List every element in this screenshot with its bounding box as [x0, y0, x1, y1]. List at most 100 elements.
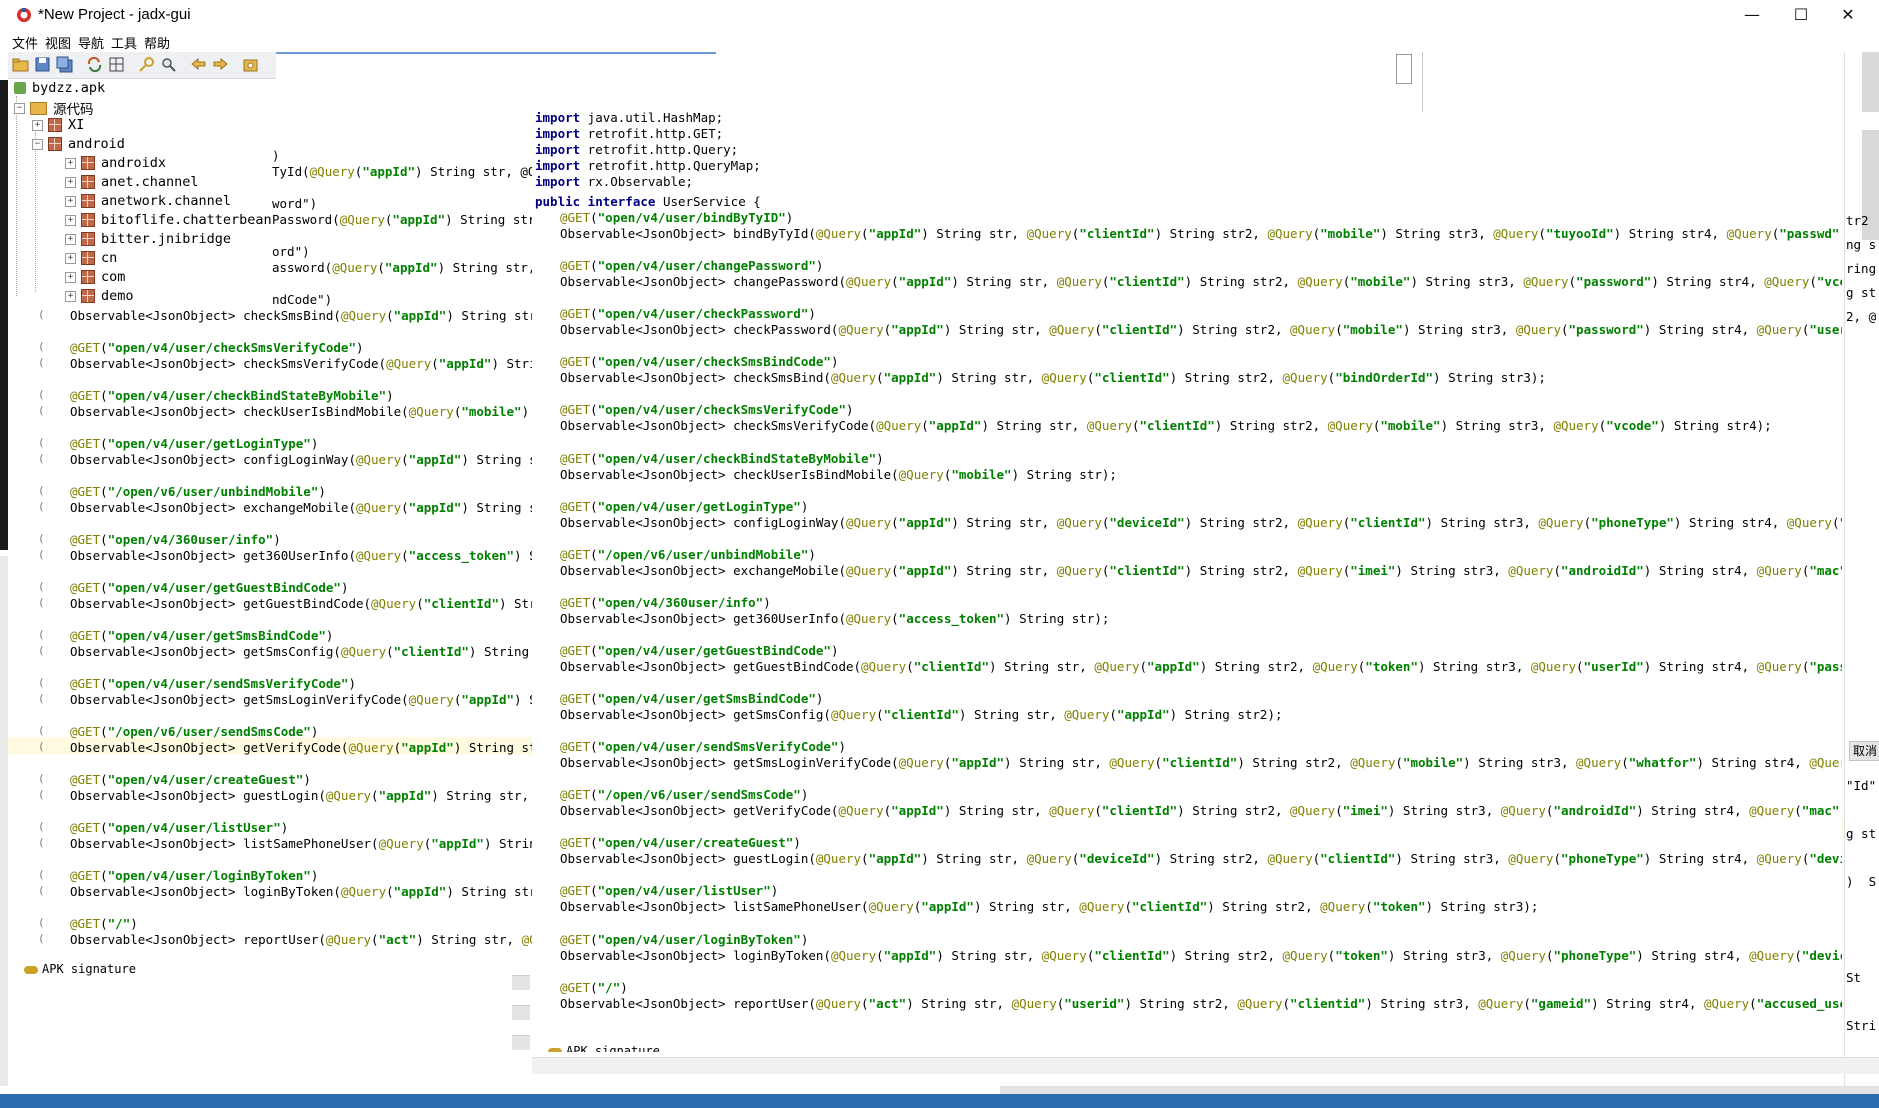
- fold-marker[interactable]: (: [38, 436, 45, 449]
- fold-marker[interactable]: (: [38, 788, 45, 801]
- tree-root-apk[interactable]: bydzz.apk: [14, 80, 105, 96]
- left-dark-strip: [0, 80, 8, 550]
- tree-package-node[interactable]: + demo: [65, 288, 134, 304]
- cancel-button[interactable]: 取消: [1849, 741, 1879, 761]
- left-fragment: ndCode"): [272, 292, 333, 307]
- fold-marker[interactable]: (: [38, 356, 45, 369]
- package-label: com: [101, 269, 126, 285]
- method-signature: Observable<JsonObject> checkPassword(@Qu…: [560, 322, 1842, 338]
- left-code-line: @GET("open/v4/user/checkBindStateByMobil…: [70, 388, 394, 403]
- menu-tools[interactable]: 工具: [111, 33, 137, 52]
- fold-marker[interactable]: (: [38, 868, 45, 881]
- package-icon: [81, 289, 95, 303]
- preferences-icon[interactable]: [242, 56, 259, 73]
- fold-marker[interactable]: (: [38, 916, 45, 929]
- tree-package-node[interactable]: + anetwork.channel: [65, 193, 231, 209]
- back-icon[interactable]: [190, 56, 207, 73]
- search-icon[interactable]: [138, 56, 155, 73]
- find-icon[interactable]: [160, 56, 177, 73]
- tree-package-node[interactable]: + bitoflife.chatterbean: [65, 212, 272, 228]
- package-icon: [81, 175, 95, 189]
- fold-marker[interactable]: (: [38, 580, 45, 593]
- tree-package-node[interactable]: + cn: [65, 250, 117, 266]
- package-label: XI: [68, 117, 85, 133]
- right-fragment: 2, @: [1846, 309, 1877, 324]
- fold-marker[interactable]: (: [38, 404, 45, 417]
- save-icon[interactable]: [34, 56, 51, 73]
- fold-marker[interactable]: (: [38, 532, 45, 545]
- fold-marker[interactable]: (: [38, 644, 45, 657]
- tree-package-node[interactable]: + XI: [32, 117, 84, 133]
- left-code-line: Observable<JsonObject> exchangeMobile(@Q…: [70, 500, 560, 515]
- expand-icon: +: [65, 157, 76, 169]
- fold-marker[interactable]: (: [38, 452, 45, 465]
- left-code-line: Observable<JsonObject> getSmsConfig(@Que…: [70, 644, 567, 659]
- method-annotation: @GET("open/v4/user/createGuest"): [560, 835, 801, 851]
- apk-signature-node[interactable]: APK signature: [24, 962, 136, 976]
- method-annotation: @GET("open/v4/user/listUser"): [560, 883, 779, 899]
- left-code-line: Observable<JsonObject> checkSmsBind(@Que…: [70, 308, 567, 323]
- right-fragment: ) S: [1846, 874, 1877, 889]
- tree-package-node[interactable]: + androidx: [65, 155, 166, 171]
- fold-marker[interactable]: (: [38, 932, 45, 945]
- menu-view[interactable]: 视图: [45, 33, 71, 52]
- save-all-icon[interactable]: [56, 56, 73, 73]
- left-code-line: Observable<JsonObject> getGuestBindCode(…: [70, 596, 560, 611]
- interface-declaration: public interface UserService {: [535, 194, 761, 209]
- fold-marker[interactable]: (: [38, 676, 45, 689]
- fold-marker[interactable]: (: [38, 820, 45, 833]
- fold-marker[interactable]: (: [38, 836, 45, 849]
- scrollbar-thumb[interactable]: [1862, 52, 1879, 112]
- left-code-line: @GET("/open/v6/user/unbindMobile"): [70, 484, 326, 499]
- method-annotation: @GET("open/v4/user/getLoginType"): [560, 498, 809, 514]
- method-signature: Observable<JsonObject> configLoginWay(@Q…: [560, 514, 1842, 530]
- method-signature: Observable<JsonObject> exchangeMobile(@Q…: [560, 562, 1842, 578]
- fold-marker[interactable]: (: [38, 548, 45, 561]
- package-icon: [81, 194, 95, 208]
- tree-source-node[interactable]: − 源代码: [14, 98, 94, 118]
- project-tree: bydzz.apk − 源代码 + XI − android + androidx + a…: [8, 80, 272, 310]
- method-signature: Observable<JsonObject> guestLogin(@Query…: [560, 851, 1842, 867]
- method-annotation: @GET("open/v4/user/checkSmsVerifyCode"): [560, 402, 854, 418]
- package-icon: [81, 213, 95, 227]
- package-icon: [81, 156, 95, 170]
- flat-packages-icon[interactable]: [108, 56, 125, 73]
- sync-icon[interactable]: [86, 56, 103, 73]
- search-box-edge[interactable]: [1396, 54, 1412, 84]
- fold-marker[interactable]: (: [38, 740, 45, 753]
- fold-marker[interactable]: (: [38, 388, 45, 401]
- method-signature: Observable<JsonObject> reportUser(@Query…: [560, 995, 1842, 1011]
- close-button[interactable]: ✕: [1826, 0, 1870, 30]
- menu-help[interactable]: 帮助: [144, 33, 170, 52]
- active-tab-indicator: [276, 52, 716, 54]
- tree-package-node[interactable]: + anet.channel: [65, 174, 199, 190]
- fold-marker[interactable]: (: [38, 628, 45, 641]
- fold-marker[interactable]: (: [38, 724, 45, 737]
- right-fragment: g st: [1846, 285, 1877, 300]
- fold-marker[interactable]: (: [38, 484, 45, 497]
- tree-package-node[interactable]: + com: [65, 269, 125, 285]
- fold-marker[interactable]: (: [38, 596, 45, 609]
- import-line: import rx.Observable;: [535, 174, 694, 189]
- minimize-button[interactable]: —: [1730, 0, 1774, 30]
- method-annotation: @GET("open/v4/user/bindByTyID"): [560, 210, 794, 225]
- left-code-line: @GET("open/v4/360user/info"): [70, 532, 281, 547]
- fold-marker[interactable]: (: [38, 500, 45, 513]
- menu-file[interactable]: 文件: [12, 33, 38, 52]
- fold-marker[interactable]: (: [38, 692, 45, 705]
- forward-icon[interactable]: [212, 56, 229, 73]
- method-annotation: @GET("open/v4/user/getSmsBindCode"): [560, 691, 824, 706]
- maximize-button[interactable]: ☐: [1779, 0, 1823, 30]
- fold-marker[interactable]: (: [38, 772, 45, 785]
- tree-package-node[interactable]: + bitter.jnibridge: [65, 231, 231, 247]
- import-line: import retrofit.http.QueryMap;: [535, 158, 761, 173]
- code-editor[interactable]: import java.util.HashMap; import retrofit…: [532, 112, 1842, 1060]
- method-annotation: @GET("open/v4/user/checkSmsBindCode"): [560, 354, 839, 370]
- window-title: *New Project - jadx-gui: [38, 6, 191, 23]
- fold-marker[interactable]: (: [38, 340, 45, 353]
- menu-navigate[interactable]: 导航: [78, 33, 104, 52]
- open-icon[interactable]: [12, 56, 29, 73]
- tree-package-node[interactable]: − android: [32, 136, 125, 152]
- fold-marker[interactable]: (: [38, 884, 45, 897]
- horizontal-scrollbar[interactable]: [532, 1057, 1879, 1074]
